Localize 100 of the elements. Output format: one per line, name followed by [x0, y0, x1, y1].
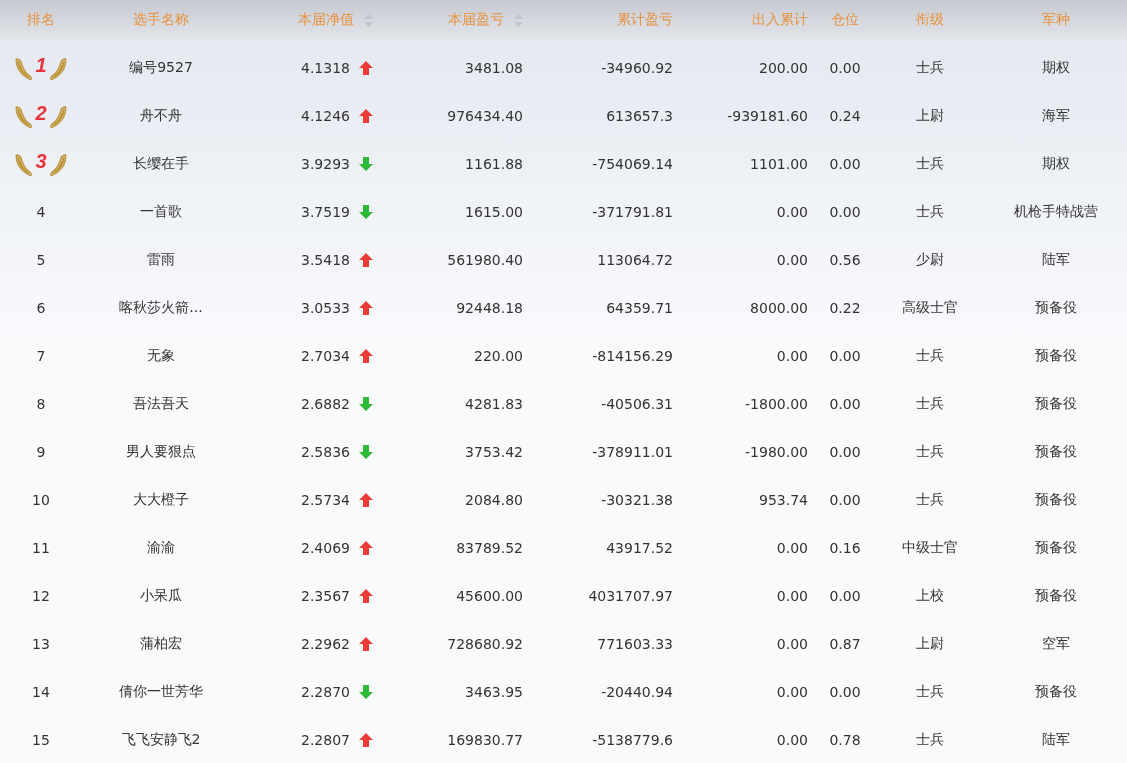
table-cell: 士兵	[916, 443, 944, 461]
table-cell: 少尉	[916, 251, 944, 269]
table-cell: 上尉	[916, 107, 944, 125]
column-header: 军种	[1042, 11, 1070, 29]
table-cell: 0.00	[776, 732, 808, 748]
table-cell: 预备役	[1035, 299, 1077, 317]
table-cell: 8000.00	[750, 300, 808, 316]
rank-number: 9	[36, 444, 46, 460]
column-header[interactable]: 本届净值	[298, 11, 373, 29]
table-cell: 0.78	[829, 732, 861, 748]
table-cell: 0.00	[829, 492, 861, 508]
column-header: 出入累计	[752, 11, 808, 29]
table-cell: 士兵	[916, 491, 944, 509]
table-cell: 0.00	[776, 540, 808, 556]
column-header: 选手名称	[133, 11, 189, 29]
table-cell: 92448.18	[456, 300, 523, 316]
table-cell: 0.00	[776, 636, 808, 652]
column-header: 仓位	[831, 11, 859, 29]
wing-icon	[15, 55, 34, 81]
table-cell: 0.00	[829, 204, 861, 220]
table-cell: 613657.3	[606, 108, 673, 124]
table-cell: 3.7519	[301, 204, 350, 220]
table-cell: 0.00	[776, 204, 808, 220]
table-cell: 2.2962	[301, 636, 350, 652]
table-cell: 士兵	[916, 683, 944, 701]
table-cell: 空军	[1042, 635, 1070, 653]
table-cell: 士兵	[916, 203, 944, 221]
player-name: 雷雨	[147, 251, 175, 269]
table-cell: 上尉	[916, 635, 944, 653]
player-name: 渝渝	[147, 539, 175, 557]
rank-number: 3	[35, 149, 47, 173]
table-cell: 2.2870	[301, 684, 350, 700]
table-cell: -5138779.6	[592, 732, 673, 748]
rank-number: 2	[35, 101, 47, 125]
rank-number: 11	[32, 540, 50, 556]
player-name: 无象	[147, 347, 175, 365]
table-cell: 0.00	[776, 684, 808, 700]
wing-icon	[48, 55, 67, 81]
table-cell: 0.00	[829, 348, 861, 364]
table-cell: 3481.08	[465, 60, 523, 76]
table-cell: -20440.94	[601, 684, 673, 700]
rank-number: 5	[36, 252, 46, 268]
table-cell: 0.24	[829, 108, 861, 124]
table-cell: 1101.00	[750, 156, 808, 172]
table-cell: 771603.33	[597, 636, 673, 652]
table-cell: 2.4069	[301, 540, 350, 556]
table-cell: 0.00	[829, 444, 861, 460]
table-cell: 0.87	[829, 636, 861, 652]
table-cell: 期权	[1042, 59, 1070, 77]
table-cell: -40506.31	[601, 396, 673, 412]
rank-number: 8	[36, 396, 46, 412]
table-cell: 169830.77	[447, 732, 523, 748]
table-cell: 113064.72	[597, 252, 673, 268]
table-cell: 0.00	[776, 348, 808, 364]
rank-number: 14	[32, 684, 50, 700]
player-name: 蒲柏宏	[140, 635, 182, 653]
table-cell: 2.5734	[301, 492, 350, 508]
player-name: 吾法吾天	[133, 395, 189, 413]
player-name: 大大橙子	[133, 491, 189, 509]
sort-icon[interactable]	[364, 13, 373, 27]
rank-number: 7	[36, 348, 46, 364]
table-cell: 上校	[916, 587, 944, 605]
player-name: 男人要狠点	[126, 443, 196, 461]
table-cell: 43917.52	[606, 540, 673, 556]
table-cell: 士兵	[916, 59, 944, 77]
table-cell: 0.16	[829, 540, 861, 556]
column-header: 衔级	[916, 11, 944, 29]
table-cell: 3.5418	[301, 252, 350, 268]
rank-number: 13	[32, 636, 50, 652]
table-cell: 士兵	[916, 395, 944, 413]
table-cell: 200.00	[759, 60, 808, 76]
table-cell: 0.00	[829, 684, 861, 700]
table-cell: -939181.60	[727, 108, 808, 124]
player-name: 喀秋莎火箭...	[119, 299, 203, 317]
table-cell: 陆军	[1042, 731, 1070, 749]
table-cell: 3.0533	[301, 300, 350, 316]
table-cell: 期权	[1042, 155, 1070, 173]
table-cell: 中级士官	[902, 539, 958, 557]
table-cell: 220.00	[474, 348, 523, 364]
column-header[interactable]: 本届盈亏	[448, 11, 523, 29]
table-cell: 953.74	[759, 492, 808, 508]
column-header: 排名	[27, 11, 55, 29]
table-cell: 64359.71	[606, 300, 673, 316]
table-cell: 士兵	[916, 155, 944, 173]
table-cell: 1161.88	[465, 156, 523, 172]
rank-number: 4	[36, 204, 46, 220]
table-cell: 预备役	[1035, 539, 1077, 557]
player-name: 舟不舟	[140, 107, 182, 125]
table-cell: 4.1318	[301, 60, 350, 76]
table-cell: 士兵	[916, 731, 944, 749]
table-cell: 3.9293	[301, 156, 350, 172]
rank-number: 10	[32, 492, 50, 508]
table-cell: 陆军	[1042, 251, 1070, 269]
sort-icon[interactable]	[514, 13, 523, 27]
player-name: 倩你一世芳华	[119, 683, 203, 701]
table-cell: 83789.52	[456, 540, 523, 556]
table-cell: 2084.80	[465, 492, 523, 508]
player-name: 小呆瓜	[140, 587, 182, 605]
wing-icon	[15, 151, 34, 177]
table-cell: -371791.81	[592, 204, 673, 220]
